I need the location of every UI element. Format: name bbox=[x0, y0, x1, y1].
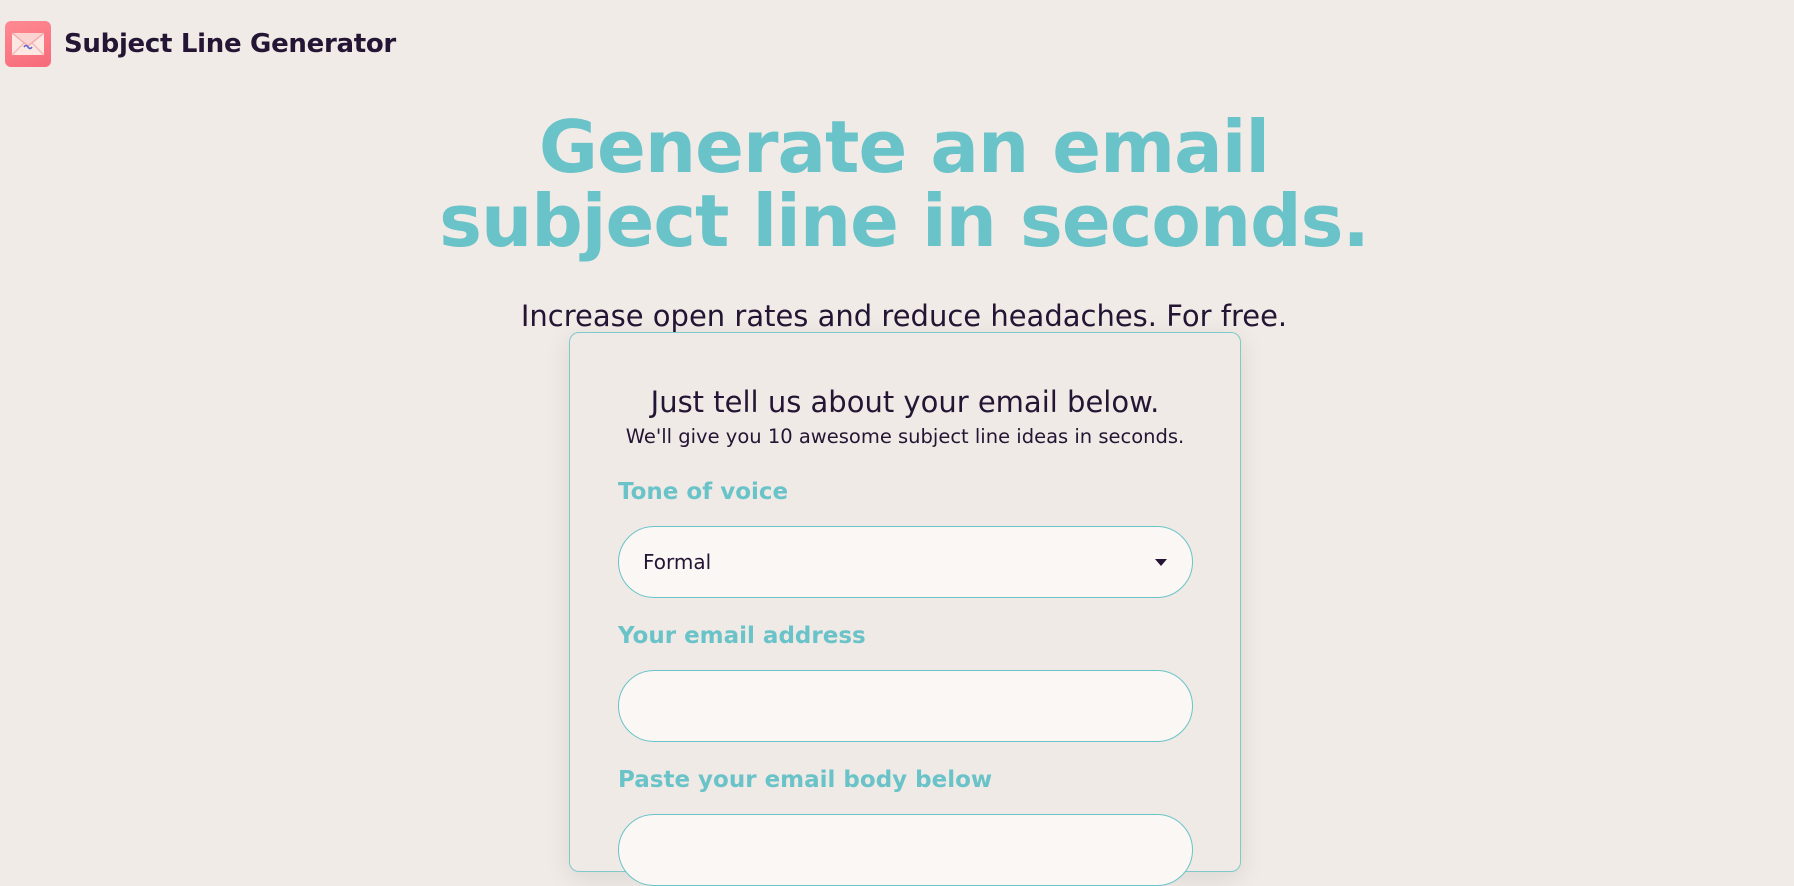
email-body-field-wrapper bbox=[618, 814, 1193, 886]
subject-line-form: Just tell us about your email below. We'… bbox=[569, 332, 1241, 886]
email-address-field-wrapper bbox=[618, 670, 1193, 742]
email-address-input[interactable] bbox=[619, 671, 1192, 741]
email-body-input[interactable] bbox=[619, 815, 1192, 885]
tone-of-voice-label: Tone of voice bbox=[618, 479, 789, 505]
hero-subtitle: Increase open rates and reduce headaches… bbox=[520, 299, 1288, 333]
email-address-label: Your email address bbox=[618, 623, 866, 649]
email-body-label: Paste your email body below bbox=[618, 767, 993, 793]
form-heading: Just tell us about your email below. bbox=[650, 385, 1160, 419]
form-subheading: We'll give you 10 awesome subject line i… bbox=[625, 425, 1185, 448]
app-name[interactable]: Subject Line Generator bbox=[64, 29, 396, 59]
tone-selected-value: Formal bbox=[643, 550, 712, 574]
site-header: Subject Line Generator bbox=[5, 21, 396, 67]
hero-title-line-2: subject line in seconds. bbox=[439, 179, 1370, 263]
chevron-down-icon bbox=[1155, 559, 1167, 566]
envelope-icon[interactable] bbox=[5, 21, 51, 67]
tone-of-voice-select[interactable]: Formal bbox=[618, 526, 1193, 598]
hero-title-line-1: Generate an email bbox=[538, 105, 1270, 189]
hero-title: Generate an email subject line in second… bbox=[0, 110, 1794, 258]
